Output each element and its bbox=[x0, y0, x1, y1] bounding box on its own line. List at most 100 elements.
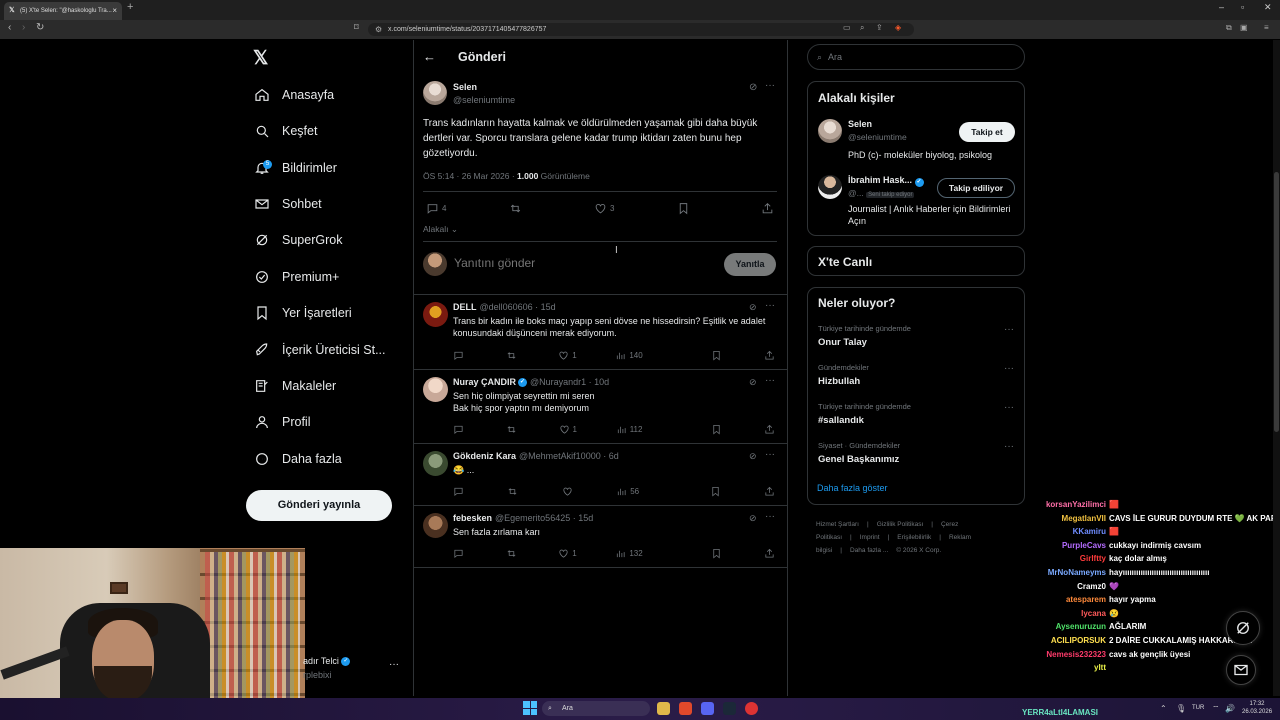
person-avatar[interactable] bbox=[818, 119, 842, 143]
footer-link[interactable]: Hizmet Şartları bbox=[816, 521, 859, 528]
nav-item-person[interactable]: Profil bbox=[253, 410, 310, 434]
footer-link[interactable]: © 2026 X Corp. bbox=[896, 547, 941, 554]
person-name[interactable]: Selen bbox=[848, 119, 872, 129]
reply-author[interactable]: febesken @Egemerito56425 · 15d bbox=[453, 513, 593, 523]
mic-icon[interactable]: 🎙 bbox=[1176, 704, 1186, 713]
brave-shield-icon[interactable]: ◈ bbox=[895, 23, 901, 32]
steam-icon[interactable] bbox=[723, 702, 736, 715]
reply-item[interactable]: DELL @dell060606 · 15d ⊘ ··· Trans bir kadın… bbox=[413, 294, 787, 369]
browser-tab[interactable]: 𝕏 (5) X'te Selen: "@haskologlu Tra... × bbox=[4, 2, 122, 20]
x-home-logo-icon[interactable]: 𝕏 bbox=[253, 47, 268, 70]
following-button[interactable]: Takip ediliyor bbox=[937, 178, 1015, 198]
brave-browser-icon[interactable] bbox=[679, 702, 692, 715]
grok-fab[interactable] bbox=[1226, 611, 1260, 645]
reply-action[interactable] bbox=[453, 485, 467, 497]
account-switcher[interactable]: adır Telci ✓ rplebixi bbox=[303, 656, 351, 680]
follow-button[interactable]: Takip et bbox=[959, 122, 1015, 142]
scrollbar[interactable] bbox=[1273, 40, 1280, 696]
back-icon[interactable]: ‹ bbox=[8, 22, 11, 33]
more-icon[interactable]: ··· bbox=[765, 300, 775, 311]
like-action[interactable] bbox=[562, 485, 576, 497]
views-action[interactable]: 56 bbox=[616, 485, 639, 497]
reply-avatar[interactable] bbox=[423, 451, 448, 476]
repost-action[interactable] bbox=[506, 349, 520, 361]
grok-icon[interactable]: ⊘ bbox=[749, 82, 757, 93]
reply-author[interactable]: Gökdeniz Kara @MehmetAkif10000 · 6d bbox=[453, 451, 619, 461]
taskbar-search[interactable]: ⌕ Ara bbox=[542, 701, 650, 716]
reply-avatar[interactable] bbox=[423, 513, 448, 538]
trend-item[interactable]: Türkiye tarihinde gündemde Onur Talay ··· bbox=[818, 324, 1018, 348]
menu-icon[interactable]: ≡ bbox=[1264, 23, 1269, 32]
grok-icon[interactable]: ⊘ bbox=[749, 513, 757, 524]
person-avatar[interactable] bbox=[818, 175, 842, 199]
more-icon[interactable]: ··· bbox=[1004, 402, 1014, 413]
close-tab-icon[interactable]: × bbox=[112, 2, 117, 20]
back-arrow-icon[interactable]: ← bbox=[423, 49, 436, 64]
site-info-icon[interactable]: ⚙ bbox=[375, 23, 382, 36]
post-author-name[interactable]: Selen bbox=[453, 82, 477, 92]
bookmark-action[interactable] bbox=[711, 547, 725, 559]
nav-item-bell[interactable]: 5 Bildirimler bbox=[253, 156, 337, 180]
grok-icon[interactable]: ⊘ bbox=[749, 377, 757, 388]
search-input[interactable]: ⌕ Ara bbox=[807, 44, 1025, 70]
show-more-link[interactable]: Daha fazla göster bbox=[817, 483, 888, 493]
views-action[interactable]: 112 bbox=[616, 423, 642, 435]
language-indicator[interactable]: TUR bbox=[1192, 705, 1204, 711]
views-action[interactable]: 132 bbox=[615, 547, 643, 559]
post-button[interactable]: Gönderi yayınla bbox=[246, 490, 392, 521]
windows-start-icon[interactable] bbox=[523, 701, 537, 715]
related-toggle[interactable]: Alakalı ⌄ bbox=[423, 224, 458, 235]
file-explorer-icon[interactable] bbox=[657, 702, 670, 715]
nav-item-mail[interactable]: Sohbet bbox=[253, 192, 322, 216]
bookmark-action[interactable] bbox=[677, 202, 693, 215]
network-icon[interactable]: ⌔ bbox=[1212, 704, 1220, 714]
more-icon[interactable]: ··· bbox=[765, 80, 775, 91]
discord-icon[interactable] bbox=[701, 702, 714, 715]
nav-item-search[interactable]: Keşfet bbox=[253, 119, 317, 143]
bookmark-action[interactable] bbox=[710, 485, 724, 497]
post-time[interactable]: ÖS 5:14 · 26 Mar 2026 · bbox=[423, 171, 517, 181]
extensions-icon[interactable]: ⧉ bbox=[1226, 23, 1232, 33]
url-field[interactable]: ⚙ x.com/seleniumtime/status/203717140547… bbox=[368, 23, 914, 36]
more-icon[interactable]: ··· bbox=[765, 511, 775, 522]
obs-icon[interactable] bbox=[745, 702, 758, 715]
reader-icon[interactable]: ▭ bbox=[843, 23, 851, 32]
nav-item-article[interactable]: Makaleler bbox=[253, 374, 336, 398]
reply-item[interactable]: febesken @Egemerito56425 · 15d ⊘ ··· Sen faz… bbox=[413, 505, 787, 567]
footer-link[interactable]: Gizlilik Politikası bbox=[877, 521, 924, 528]
share-action[interactable] bbox=[764, 349, 778, 361]
post-author-avatar[interactable] bbox=[423, 81, 447, 105]
grok-icon[interactable]: ⊘ bbox=[749, 302, 757, 313]
reply-action[interactable] bbox=[453, 423, 467, 435]
clock[interactable]: 17:32 26.03.2026 bbox=[1242, 700, 1272, 716]
maximize-icon[interactable]: ▫ bbox=[1241, 2, 1244, 12]
reply-item[interactable]: Nuray ÇANDIR ✓ @Nurayandr1 · 10d ⊘ ··· Sen hi… bbox=[413, 369, 787, 443]
more-icon[interactable]: ··· bbox=[1004, 441, 1014, 452]
scrollbar-thumb[interactable] bbox=[1274, 172, 1279, 432]
bookmark-page-icon[interactable]: ⌑ bbox=[354, 22, 359, 33]
more-icon[interactable]: ··· bbox=[1004, 324, 1014, 335]
reply-avatar[interactable] bbox=[423, 377, 448, 402]
trend-item[interactable]: Gündemdekiler Hizbullah ··· bbox=[818, 363, 1018, 387]
repost-action[interactable] bbox=[509, 202, 525, 215]
close-window-icon[interactable]: ✕ bbox=[1264, 2, 1272, 13]
views-action[interactable]: 140 bbox=[615, 349, 643, 361]
person-name[interactable]: İbrahim Hask... ✓ bbox=[848, 175, 924, 187]
reply-author[interactable]: DELL @dell060606 · 15d bbox=[453, 302, 556, 312]
nav-item-more-circle[interactable]: Daha fazla bbox=[253, 447, 342, 471]
like-action[interactable]: 3 bbox=[594, 202, 614, 215]
nav-item-rocket[interactable]: İçerik Üreticisi St... bbox=[253, 338, 386, 362]
volume-icon[interactable]: 🔊 bbox=[1225, 704, 1235, 713]
trend-item[interactable]: Siyaset · Gündemdekiler Genel Başkanımız ·… bbox=[818, 441, 1018, 465]
repost-action[interactable] bbox=[507, 485, 521, 497]
trend-item[interactable]: Türkiye tarihinde gündemde #sallandık ··· bbox=[818, 402, 1018, 426]
grok-icon[interactable]: ⊘ bbox=[749, 451, 757, 462]
nav-item-home[interactable]: Anasayfa bbox=[253, 83, 334, 107]
bookmark-action[interactable] bbox=[711, 349, 725, 361]
nav-item-bookmark[interactable]: Yer İşaretleri bbox=[253, 301, 352, 325]
reply-action[interactable]: 4 bbox=[426, 202, 446, 215]
reply-input[interactable] bbox=[454, 256, 694, 270]
more-icon[interactable]: ··· bbox=[1004, 363, 1014, 374]
sidebar-toggle-icon[interactable]: ▣ bbox=[1240, 23, 1248, 32]
share-action[interactable] bbox=[761, 202, 777, 215]
